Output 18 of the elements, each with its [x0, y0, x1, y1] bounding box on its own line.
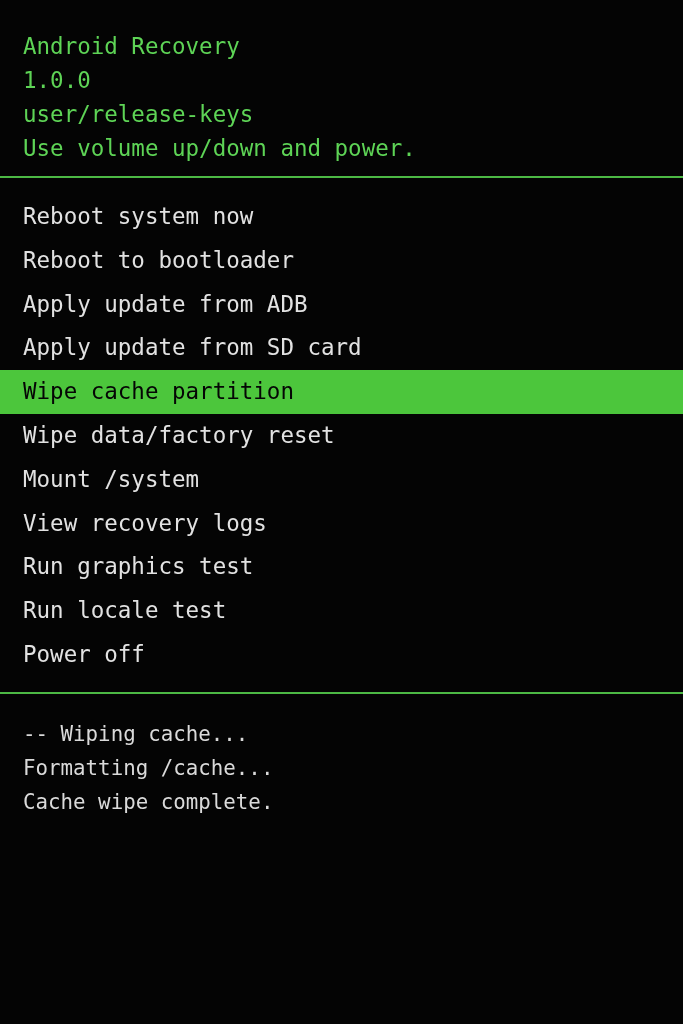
menu-item[interactable]: View recovery logs — [0, 501, 683, 546]
log-text: Formatting /cache... — [23, 754, 274, 782]
menu-item[interactable]: Apply update from SD card — [0, 326, 683, 371]
menu-item[interactable]: Mount /system — [0, 457, 683, 502]
menu-item[interactable]: Wipe data/factory reset — [0, 414, 683, 458]
menu-item[interactable]: Run locale test — [0, 589, 683, 633]
log-text: -- Wiping cache... — [23, 720, 249, 748]
header-text: Use volume up/down and power. — [23, 134, 416, 163]
menu-item[interactable]: Run graphics test — [0, 545, 683, 590]
menu-item[interactable]: Wipe cache partition — [0, 370, 683, 414]
menu-item[interactable]: Apply update from ADB — [0, 282, 683, 327]
menu-item[interactable]: Reboot system now — [0, 195, 683, 239]
header-text: user/release-keys — [23, 100, 254, 129]
menu-item[interactable]: Reboot to bootloader — [0, 238, 683, 283]
menu-item[interactable]: Power off — [0, 632, 683, 677]
header-text: 1.0.0 — [23, 66, 91, 95]
header-text: Android Recovery — [23, 32, 240, 61]
log-text: Cache wipe complete. — [23, 788, 274, 816]
